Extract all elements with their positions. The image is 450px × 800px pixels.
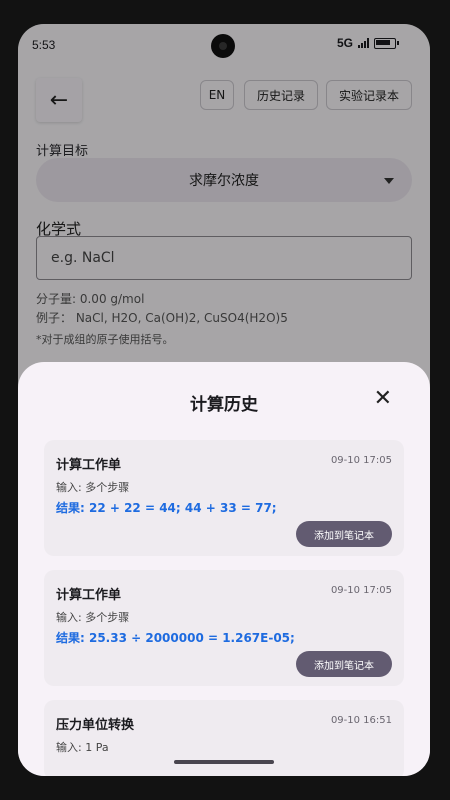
history-card-title: 计算工作单 xyxy=(56,458,122,473)
close-icon: ✕ xyxy=(373,386,392,411)
history-card-input: 输入: 1 Pa xyxy=(56,741,109,754)
history-card-time: 09-10 16:51 xyxy=(330,715,392,726)
app-screen: 5:53 5G ← EN 历史记录 实验记录本 计算目标 求摩尔浓度 化学式 e… xyxy=(18,24,430,776)
history-card[interactable]: 压力单位转换 09-10 16:51 输入: 1 Pa xyxy=(44,700,404,776)
history-bottom-sheet: 计算历史 ✕ 计算工作单 09-10 17:05 输入: 多个步骤 结果: 22… xyxy=(18,362,430,776)
close-button[interactable]: ✕ xyxy=(374,388,392,410)
history-card-input: 输入: 多个步骤 xyxy=(56,481,130,494)
device-frame: 5:53 5G ← EN 历史记录 实验记录本 计算目标 求摩尔浓度 化学式 e… xyxy=(0,0,450,800)
history-card-title: 压力单位转换 xyxy=(56,718,135,733)
home-indicator[interactable] xyxy=(174,760,274,764)
history-card-title: 计算工作单 xyxy=(56,588,122,603)
add-to-notebook-button[interactable]: 添加到笔记本 xyxy=(296,651,392,677)
history-list[interactable]: 计算工作单 09-10 17:05 输入: 多个步骤 结果: 22 + 22 =… xyxy=(44,440,404,776)
sheet-title: 计算历史 xyxy=(190,395,258,415)
history-card-time: 09-10 17:05 xyxy=(330,455,392,466)
history-card[interactable]: 计算工作单 09-10 17:05 输入: 多个步骤 结果: 22 + 22 =… xyxy=(44,440,404,556)
history-card[interactable]: 计算工作单 09-10 17:05 输入: 多个步骤 结果: 25.33 ÷ 2… xyxy=(44,570,404,686)
history-card-input: 输入: 多个步骤 xyxy=(56,611,130,624)
history-card-result: 结果: 25.33 ÷ 2000000 = 1.267E-05; xyxy=(56,631,295,645)
history-card-result: 结果: 22 + 22 = 44; 44 + 33 = 77; xyxy=(56,501,277,515)
history-card-time: 09-10 17:05 xyxy=(330,585,392,596)
add-to-notebook-button[interactable]: 添加到笔记本 xyxy=(296,521,392,547)
